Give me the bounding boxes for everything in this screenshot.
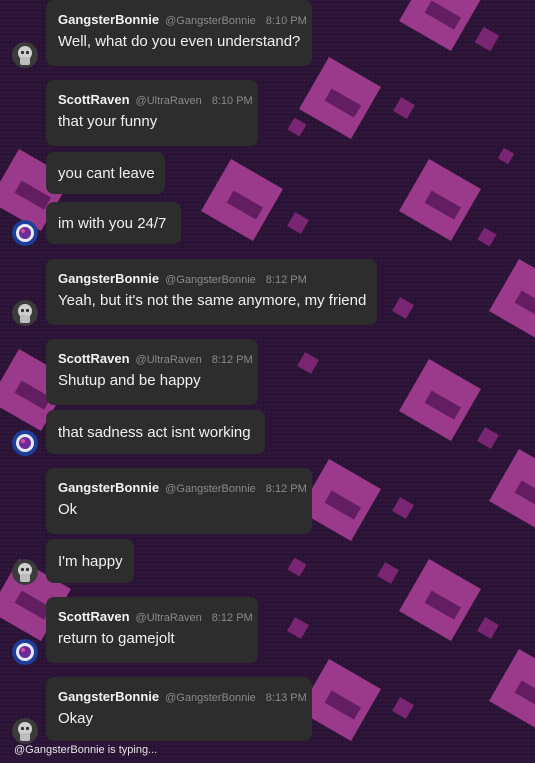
bonnie-avatar[interactable] <box>12 718 38 744</box>
message-bubble: ScottRaven @UltraRaven 8:12 PM return to… <box>46 597 258 663</box>
raven-avatar[interactable] <box>12 220 38 246</box>
raven-avatar[interactable] <box>12 639 38 665</box>
typing-indicator: @GangsterBonnie is typing... <box>14 744 158 756</box>
bonnie-avatar[interactable] <box>12 42 38 68</box>
message-text: Shutup and be happy <box>58 372 201 389</box>
timestamp: 8:13 PM <box>265 692 307 704</box>
message-bubble: GangsterBonnie @GangsterBonnie 8:13 PM O… <box>46 677 312 741</box>
user-handle: @UltraRaven <box>135 95 202 107</box>
username[interactable]: ScottRaven <box>58 351 130 366</box>
username[interactable]: ScottRaven <box>58 609 130 624</box>
message-text: return to gamejolt <box>58 630 175 647</box>
username[interactable]: ScottRaven <box>58 92 130 107</box>
timestamp: 8:12 PM <box>265 274 307 286</box>
message-text: Okay <box>58 710 94 727</box>
message-text: that your funny <box>58 113 158 130</box>
timestamp: 8:10 PM <box>265 15 307 27</box>
user-handle: @GangsterBonnie <box>165 483 256 495</box>
message-bubble: im with you 24/7 <box>46 202 181 244</box>
message-text: Yeah, but it's not the same anymore, my … <box>58 292 367 309</box>
username[interactable]: GangsterBonnie <box>58 12 159 27</box>
user-handle: @GangsterBonnie <box>165 15 256 27</box>
message-bubble: that sadness act isnt working <box>46 410 265 454</box>
message-text: Well, what do you even understand? <box>58 33 301 50</box>
message-bubble: ScottRaven @UltraRaven 8:10 PM that your… <box>46 80 258 146</box>
user-handle: @UltraRaven <box>135 354 202 366</box>
timestamp: 8:12 PM <box>265 483 307 495</box>
chat-log: GangsterBonnie @GangsterBonnie 8:10 PM W… <box>0 0 535 763</box>
timestamp: 8:12 PM <box>211 354 253 366</box>
message-bubble: ScottRaven @UltraRaven 8:12 PM Shutup an… <box>46 339 258 405</box>
message-text: that sadness act isnt working <box>58 423 251 441</box>
raven-avatar[interactable] <box>12 430 38 456</box>
message-bubble: GangsterBonnie @GangsterBonnie 8:12 PM Y… <box>46 259 377 325</box>
user-handle: @UltraRaven <box>135 612 202 624</box>
message-bubble: I'm happy <box>46 539 134 583</box>
username[interactable]: GangsterBonnie <box>58 480 159 495</box>
username[interactable]: GangsterBonnie <box>58 689 159 704</box>
bonnie-avatar[interactable] <box>12 300 38 326</box>
timestamp: 8:10 PM <box>211 95 253 107</box>
message-text: Ok <box>58 501 78 518</box>
message-text: I'm happy <box>58 552 123 570</box>
message-bubble: GangsterBonnie @GangsterBonnie 8:12 PM O… <box>46 468 312 534</box>
user-handle: @GangsterBonnie <box>165 274 256 286</box>
message-text: im with you 24/7 <box>58 214 167 232</box>
message-bubble: GangsterBonnie @GangsterBonnie 8:10 PM W… <box>46 0 312 66</box>
message-bubble: you cant leave <box>46 152 165 194</box>
bonnie-avatar[interactable] <box>12 559 38 585</box>
message-text: you cant leave <box>58 164 155 182</box>
username[interactable]: GangsterBonnie <box>58 271 159 286</box>
timestamp: 8:12 PM <box>211 612 253 624</box>
user-handle: @GangsterBonnie <box>165 692 256 704</box>
